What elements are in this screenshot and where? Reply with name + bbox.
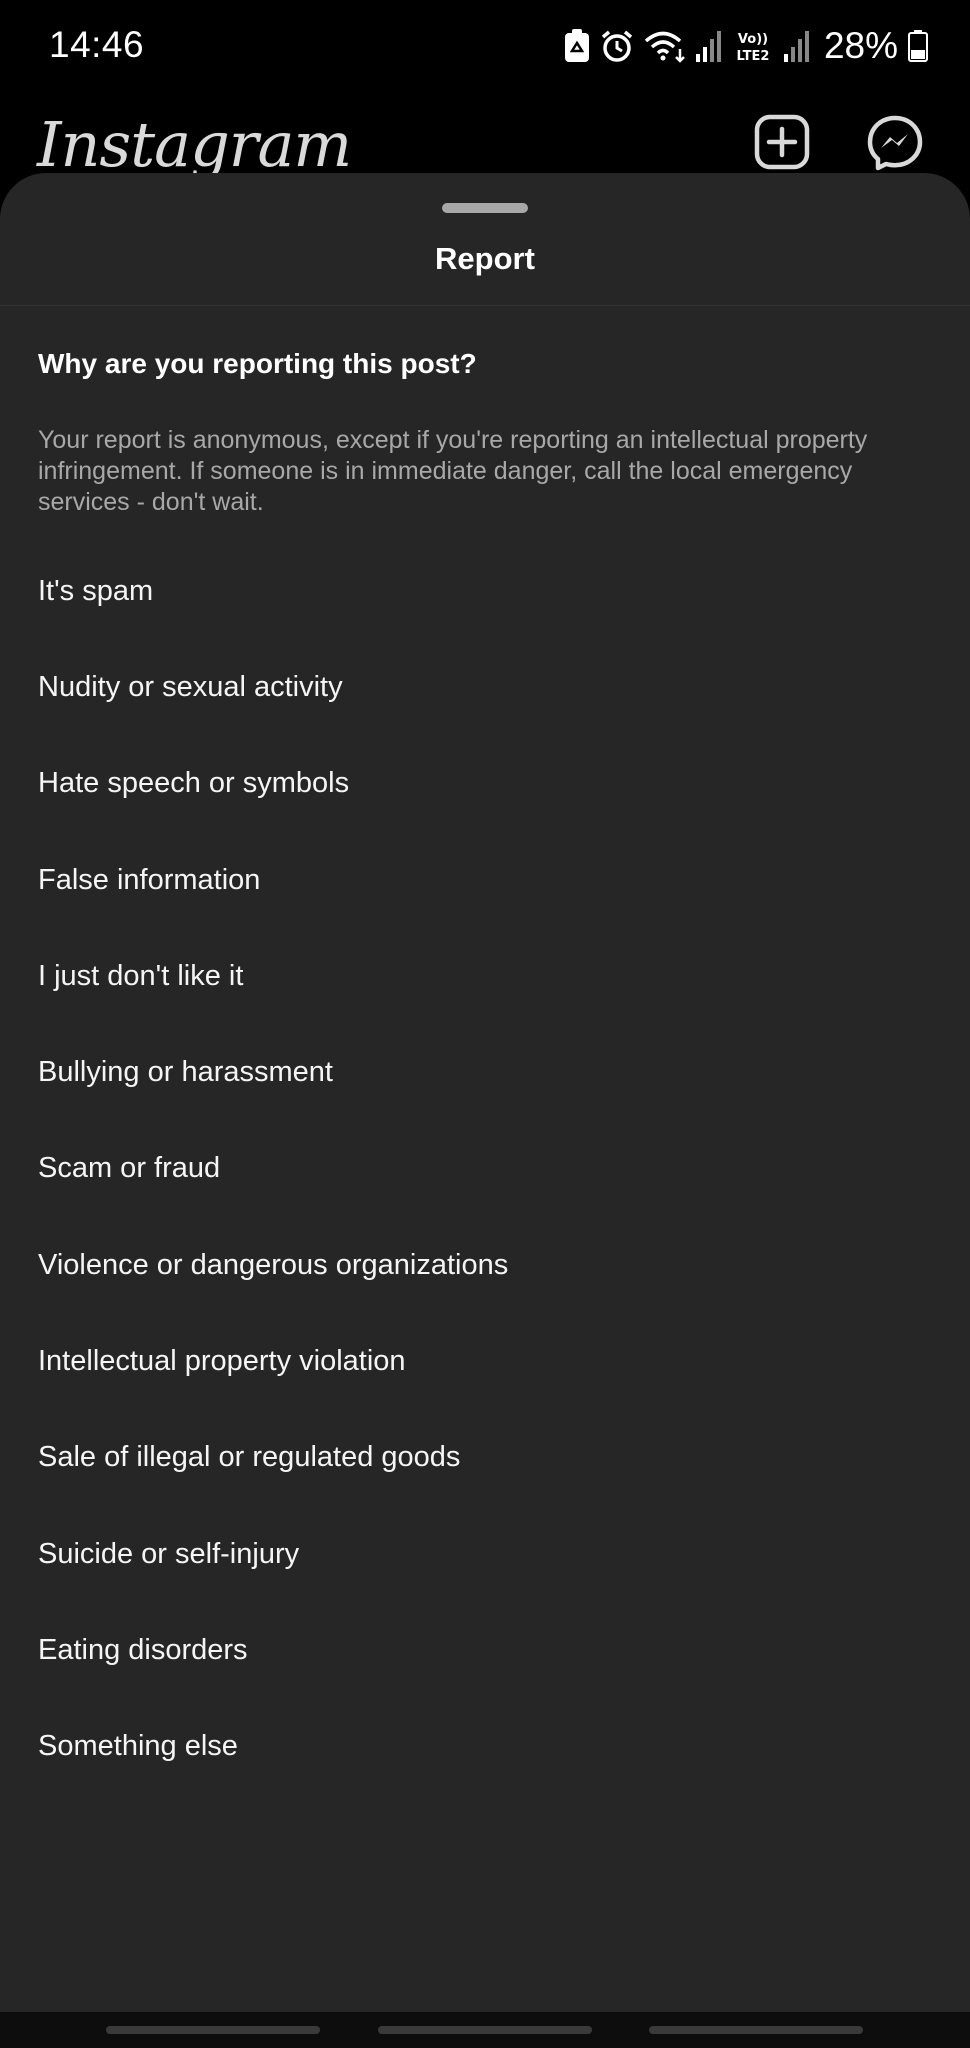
report-sheet: Report Why are you reporting this post? …: [0, 173, 970, 2048]
report-option-hate-speech[interactable]: Hate speech or symbols: [0, 736, 970, 832]
messenger-icon[interactable]: [866, 114, 924, 177]
report-option-illegal-goods[interactable]: Sale of illegal or regulated goods: [0, 1410, 970, 1506]
alarm-icon: [600, 29, 634, 63]
sheet-divider: [0, 305, 970, 306]
report-option-false-information[interactable]: False information: [0, 832, 970, 928]
svg-text:LTE2: LTE2: [736, 49, 769, 63]
gesture-navigation-bar: [0, 2012, 970, 2048]
status-time: 14:46: [49, 24, 145, 65]
app-header: Instagram: [0, 92, 970, 182]
new-post-icon[interactable]: [754, 114, 810, 175]
report-option-suicide[interactable]: Suicide or self-injury: [0, 1506, 970, 1602]
battery-percentage: 28%: [823, 25, 898, 66]
gesture-pill-right[interactable]: [649, 2026, 863, 2034]
recycle-notification-icon: [564, 29, 590, 63]
svg-text:Vo)): Vo)): [738, 32, 768, 47]
wifi-icon: [644, 29, 686, 63]
status-icons: Vo)) LTE2 28%: [564, 22, 928, 70]
report-option-intellectual-property[interactable]: Intellectual property violation: [0, 1313, 970, 1409]
instagram-logo[interactable]: Instagram: [37, 108, 352, 181]
report-option-violence[interactable]: Violence or dangerous organizations: [0, 1217, 970, 1313]
report-option-bullying[interactable]: Bullying or harassment: [0, 1024, 970, 1120]
report-option-nudity[interactable]: Nudity or sexual activity: [0, 639, 970, 735]
report-option-scam[interactable]: Scam or fraud: [0, 1121, 970, 1217]
report-question: Why are you reporting this post?: [38, 348, 477, 379]
report-option-eating-disorders[interactable]: Eating disorders: [0, 1602, 970, 1698]
signal-icon: [783, 30, 810, 62]
signal-icon: [695, 30, 722, 62]
report-options-list: It's spam Nudity or sexual activity Hate…: [0, 543, 970, 1795]
volte-lte2-icon: Vo)) LTE2: [732, 29, 774, 63]
gesture-pill-left[interactable]: [106, 2026, 320, 2034]
report-option-dont-like[interactable]: I just don't like it: [0, 928, 970, 1024]
sheet-title: Report: [435, 241, 535, 276]
gesture-pill-center[interactable]: [378, 2026, 592, 2034]
report-option-something-else[interactable]: Something else: [0, 1699, 970, 1795]
sheet-drag-handle[interactable]: [442, 203, 528, 213]
status-bar: 14:46 Vo)) LTE2 28%: [0, 0, 970, 92]
report-option-spam[interactable]: It's spam: [0, 543, 970, 639]
report-disclaimer: Your report is anonymous, except if you'…: [38, 426, 868, 516]
battery-icon: [908, 30, 928, 62]
